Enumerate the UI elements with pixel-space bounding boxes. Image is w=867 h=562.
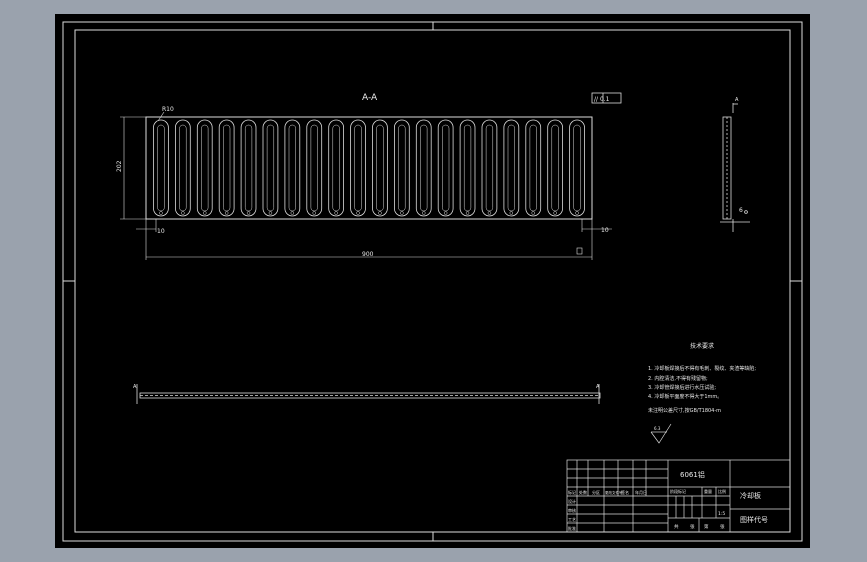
- scale-label: 比例: [718, 488, 726, 494]
- header-mark: 标记: [568, 489, 576, 495]
- header-signature: 签名: [621, 489, 629, 495]
- tech-item-1: 1. 冷却板焊接后不得有毛刺、裂纹、夹渣等缺陷;: [648, 365, 756, 372]
- left-offset-dimension: 10: [157, 228, 165, 235]
- role-review: 审核: [568, 507, 576, 513]
- elevation-marker-right: A: [596, 384, 600, 390]
- elevation-marker-left: A: [133, 384, 137, 390]
- drawing-sheet: [55, 14, 810, 548]
- sheet-current-unit: 张: [720, 523, 725, 530]
- stage-label: 阶段标记: [670, 488, 686, 494]
- right-offset-dimension: 10: [601, 227, 609, 234]
- header-date: 年月日: [635, 489, 647, 495]
- tech-requirements-title: 技术要求: [690, 342, 714, 350]
- sheet-total-label: 共: [674, 523, 679, 530]
- tolerance-note: 未注明公差尺寸,按GB/T1804-m: [648, 407, 721, 414]
- height-dimension-text: 202: [116, 160, 123, 172]
- header-zone: 分区: [592, 489, 600, 495]
- side-view-note: 6: [739, 207, 743, 214]
- width-dimension-text: 900: [362, 251, 374, 258]
- role-process: 工艺: [568, 517, 576, 522]
- drawing-number-text: 图样代号: [740, 515, 768, 524]
- role-approve: 批准: [568, 525, 576, 531]
- roughness-value: 6.3: [654, 426, 661, 431]
- cad-drawing: A-A // 0.1 R10 202 10 10 900 A 6 A A 技术要…: [55, 14, 810, 548]
- tech-item-2: 2. 内腔清洁,不得有残留物;: [648, 375, 708, 382]
- tech-item-4: 4. 冷却板平面度不得大于1mm。: [648, 393, 722, 400]
- sheet-total-unit: 张: [690, 523, 695, 530]
- side-view-marker: A: [735, 97, 739, 103]
- header-count: 处数: [579, 489, 587, 495]
- tech-item-3: 3. 冷却管焊接后进行水压试验;: [648, 384, 716, 391]
- role-design: 设计: [568, 498, 576, 504]
- weight-label: 重量: [704, 488, 712, 494]
- scale-text: 1:5: [718, 511, 725, 517]
- flatness-tolerance-text: // 0.1: [594, 96, 610, 103]
- section-label: A-A: [362, 93, 378, 103]
- part-name-text: 冷却板: [740, 491, 761, 500]
- sheet-current-label: 第: [704, 523, 709, 530]
- material-text: 6061铝: [680, 470, 705, 479]
